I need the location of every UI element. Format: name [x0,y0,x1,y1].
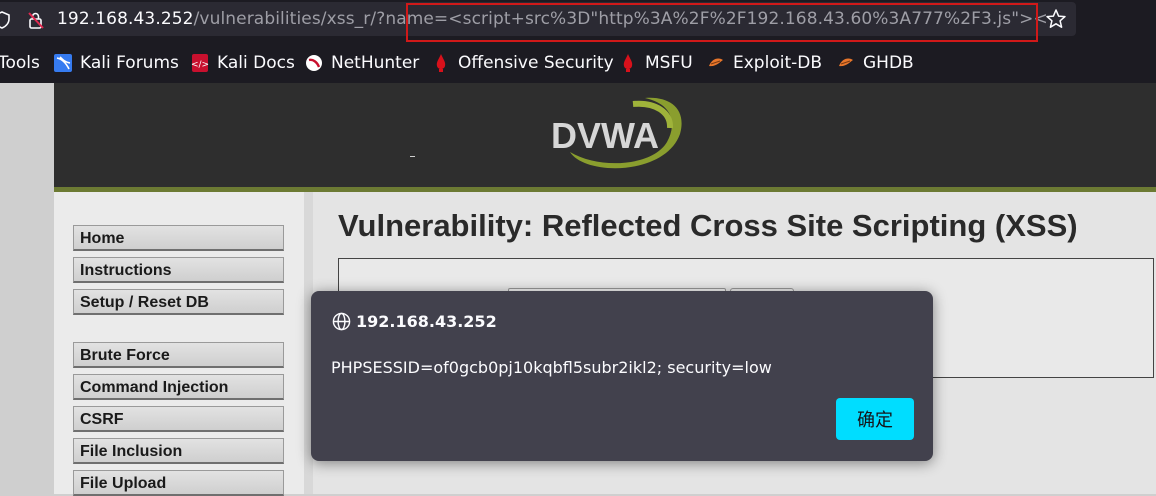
bookmark-kali-docs[interactable]: </> Kali Docs [191,53,295,73]
offsec-icon [436,54,446,72]
menu-item-brute-force[interactable]: Brute Force [73,342,284,368]
bookmark-exploit-db[interactable]: Exploit-DB [707,53,822,73]
menu-item-file-inclusion[interactable]: File Inclusion [73,438,284,464]
bookmark-label: GHDB [863,53,914,73]
bookmark-label: MSFU [645,53,693,73]
bookmark-nethunter[interactable]: NetHunter [305,53,419,73]
bookmark-label: Offensive Security [458,53,614,73]
bookmark-label: Tools [0,53,40,73]
dvwa-logo-text: DVWA [551,115,659,156]
header-mark [410,156,415,157]
bookmark-tools[interactable]: Tools [0,53,40,73]
bookmark-offensive-security[interactable]: Offensive Security [432,53,614,73]
exploit-db-icon [839,58,853,67]
menu-item-instructions[interactable]: Instructions [73,257,284,283]
menu-item-file-upload[interactable]: File Upload [73,470,284,496]
menu-item-home[interactable]: Home [73,225,284,251]
exploit-db-icon [709,58,723,67]
dvwa-logo: DVWA [551,97,682,169]
alert-message: PHPSESSID=of0gcb0pj10kqbfl5subr2ikl2; se… [331,358,772,377]
url-host: 192.168.43.252 [57,9,194,29]
menu-item-setup-reset-db[interactable]: Setup / Reset DB [73,289,284,315]
bookmark-label: Kali Docs [217,53,295,73]
bookmark-label: Kali Forums [80,53,179,73]
globe-icon [332,312,351,331]
bookmark-msfu[interactable]: MSFU [619,53,693,73]
alert-dialog: 192.168.43.252 PHPSESSID=of0gcb0pj10kqbf… [311,291,933,461]
page-title: Vulnerability: Reflected Cross Site Scri… [338,208,1078,243]
kali-docs-icon: </> [191,54,209,72]
svg-text:</>: </> [191,60,209,70]
menu-item-csrf[interactable]: CSRF [73,406,284,432]
nethunter-icon [306,55,322,71]
menu-item-command-injection[interactable]: Command Injection [73,374,284,400]
bookmarks-toolbar: Tools Kali Forums </> Kali Docs NetHunte… [0,42,1156,83]
alert-origin: 192.168.43.252 [356,312,497,331]
kali-dragon-icon [54,54,72,72]
url-payload-highlight [406,3,1038,42]
browser-toolbar: 192.168.43.252/vulnerabilities/xss_r/?na… [0,0,1156,42]
lock-warning-icon[interactable] [27,11,45,29]
bookmark-label: NetHunter [331,53,420,73]
bookmark-label: Exploit-DB [733,53,822,73]
ok-button[interactable]: 确定 [836,398,914,440]
bookmark-kali-forums[interactable]: Kali Forums [54,53,179,73]
offsec-icon [623,54,633,72]
star-icon[interactable] [1045,8,1067,30]
bookmark-ghdb[interactable]: GHDB [837,53,914,73]
shield-icon[interactable] [0,11,10,29]
